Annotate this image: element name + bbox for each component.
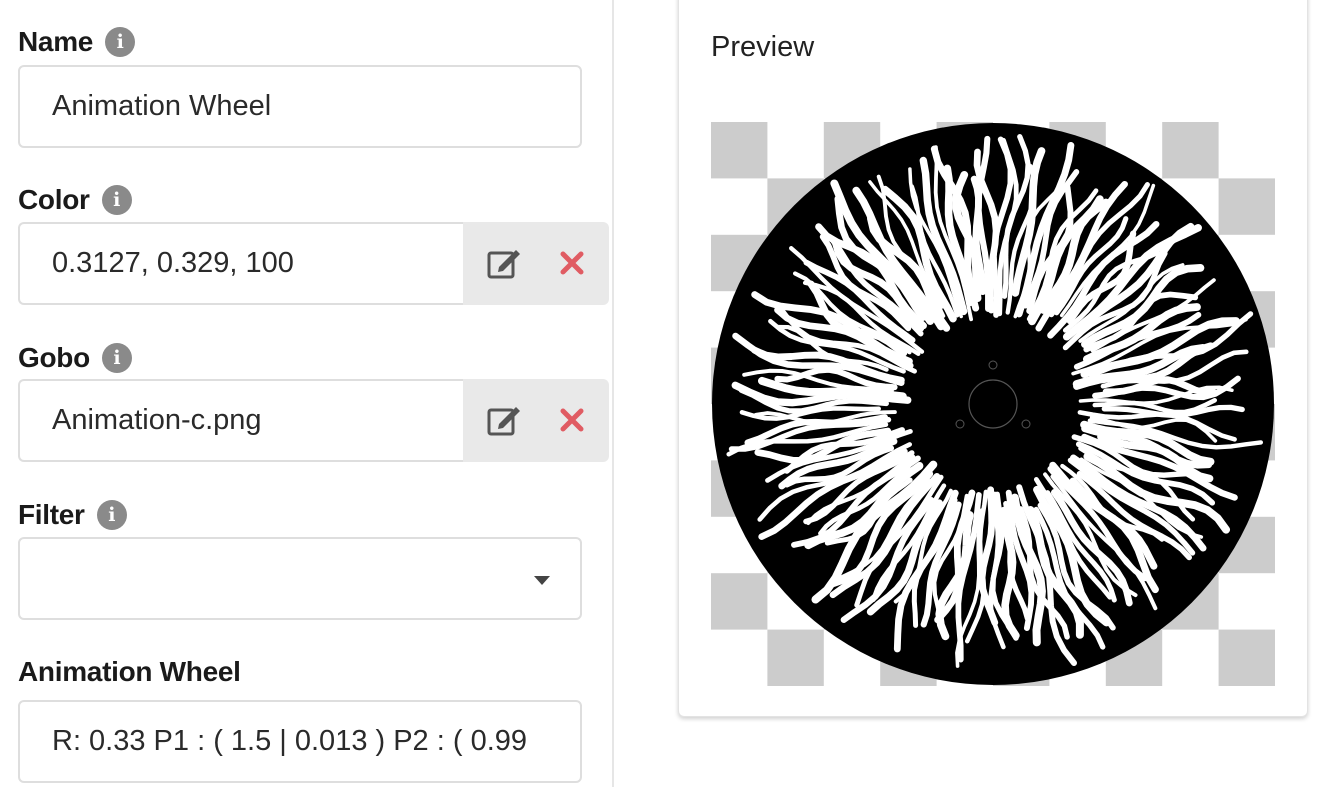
filter-select[interactable] bbox=[18, 537, 582, 620]
gobo-preview-image bbox=[711, 122, 1275, 686]
name-input[interactable]: Animation Wheel bbox=[18, 65, 582, 148]
close-icon[interactable] bbox=[556, 404, 588, 436]
color-actions bbox=[463, 222, 609, 305]
chevron-down-icon[interactable] bbox=[534, 576, 550, 585]
panel-divider bbox=[612, 0, 614, 787]
animation-wheel-label: Animation Wheel bbox=[18, 656, 241, 688]
edit-icon[interactable] bbox=[485, 401, 525, 441]
info-icon[interactable]: i bbox=[105, 27, 136, 57]
close-icon[interactable] bbox=[556, 247, 588, 279]
preview-title: Preview bbox=[711, 31, 815, 63]
animation-wheel-graphic bbox=[712, 123, 1274, 685]
animation-wheel-label-text: Animation Wheel bbox=[18, 656, 241, 687]
info-icon[interactable]: i bbox=[96, 500, 127, 530]
gobo-label-text: Gobo bbox=[18, 342, 90, 373]
color-input[interactable]: 0.3127, 0.329, 100 bbox=[18, 222, 465, 305]
filter-label-text: Filter bbox=[18, 499, 85, 530]
animation-wheel-input[interactable]: R: 0.33 P1 : ( 1.5 | 0.013 ) P2 : ( 0.99 bbox=[18, 700, 582, 783]
info-icon[interactable]: i bbox=[101, 343, 132, 373]
gobo-actions bbox=[463, 379, 609, 462]
info-icon[interactable]: i bbox=[101, 185, 132, 215]
edit-icon[interactable] bbox=[485, 244, 525, 284]
gobo-label: Gobo i bbox=[18, 342, 132, 374]
name-label: Name i bbox=[18, 26, 136, 58]
filter-label: Filter i bbox=[18, 499, 127, 531]
gobo-input[interactable]: Animation-c.png bbox=[18, 379, 465, 462]
form-panel: Name i Animation Wheel Color i 0.3127, 0… bbox=[0, 0, 612, 787]
color-label-text: Color bbox=[18, 184, 90, 215]
color-label: Color i bbox=[18, 184, 132, 216]
name-label-text: Name bbox=[18, 26, 94, 57]
